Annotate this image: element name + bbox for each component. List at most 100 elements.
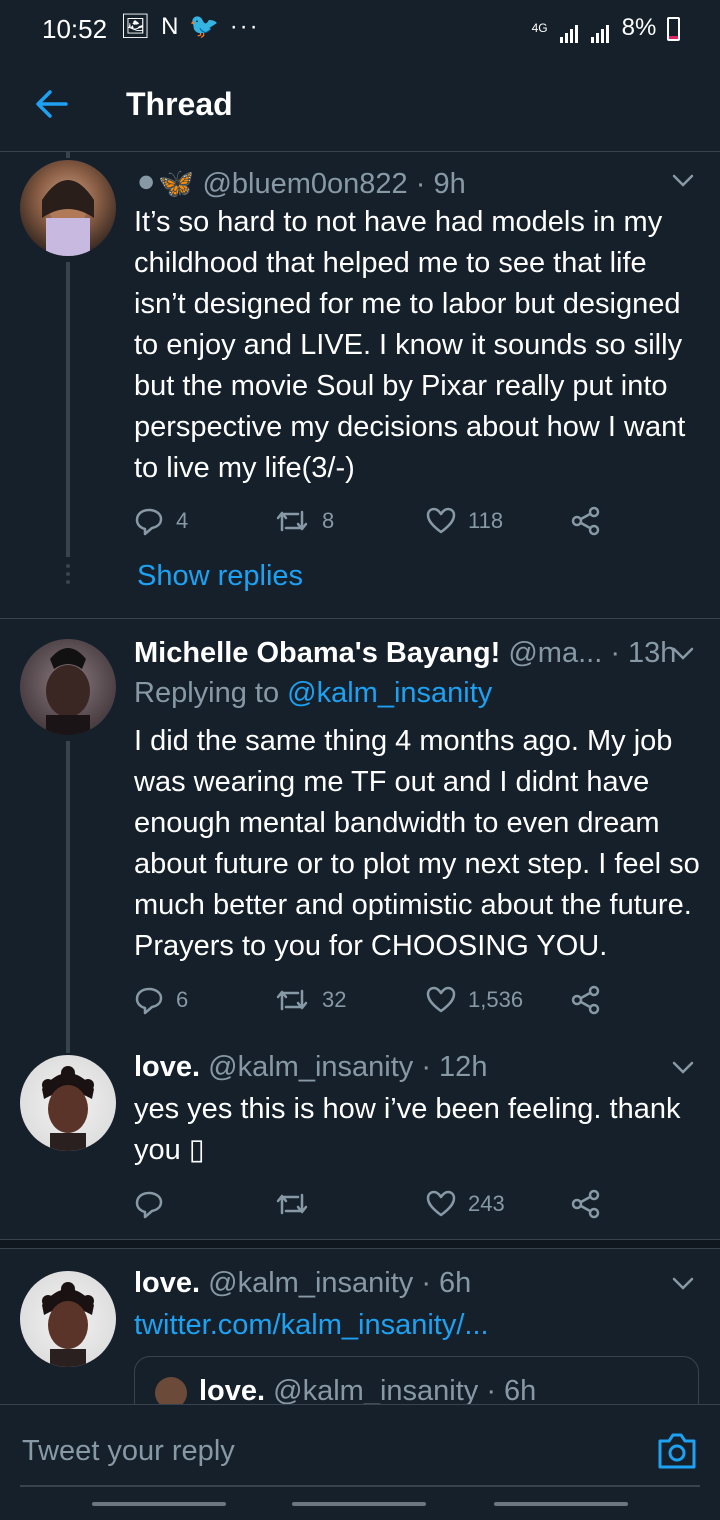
display-name-emoji: ⚫🦋 (134, 168, 195, 200)
tweet-actions: 4 8 118 (134, 504, 614, 538)
display-name[interactable]: love. (134, 1051, 200, 1083)
retweet-button[interactable] (274, 1187, 322, 1221)
show-replies-link[interactable]: Show replies (137, 560, 303, 593)
chevron-down-icon[interactable] (672, 174, 694, 188)
avatar[interactable] (20, 160, 116, 256)
handle[interactable]: @kalm_insanity (208, 1267, 413, 1299)
share-icon (571, 506, 600, 536)
timestamp: · 12h (421, 1051, 488, 1083)
reply-icon (135, 987, 163, 1015)
reply-count: 6 (176, 987, 189, 1012)
display-name[interactable]: love. (134, 1267, 200, 1299)
avatar-photo-icon (42, 180, 94, 256)
tweet[interactable]: Michelle Obama's Bayang! @ma... · 13h Re… (0, 619, 720, 1039)
thread-line (66, 152, 70, 158)
signal-icon (560, 15, 580, 43)
quote-timestamp: · 6h (486, 1375, 537, 1404)
tweet-link[interactable]: twitter.com/kalm_insanity/... (134, 1309, 489, 1342)
like-button[interactable]: 1,536 (426, 983, 523, 1017)
replying-label: Replying to (134, 677, 280, 709)
like-button[interactable]: 118 (426, 504, 503, 538)
chevron-down-icon[interactable] (672, 1061, 694, 1075)
avatar[interactable] (20, 639, 116, 735)
share-icon (571, 985, 600, 1015)
nav-home[interactable] (292, 1502, 426, 1506)
status-bar: 10:52 🖼 N 🐦 ··· 4G 8% (0, 0, 720, 56)
reply-icon (135, 508, 163, 536)
retweet-icon (276, 989, 308, 1011)
reply-input[interactable]: Tweet your reply (22, 1435, 235, 1468)
back-arrow-icon[interactable] (32, 82, 72, 126)
like-button[interactable]: 243 (426, 1187, 505, 1221)
handle[interactable]: @ma... (508, 637, 602, 669)
handle[interactable]: @kalm_insanity (208, 1051, 413, 1083)
retweet-icon (276, 510, 308, 532)
signal-icon-2 (590, 15, 611, 43)
thread-line (66, 262, 70, 557)
avatar-photo-icon (42, 1282, 94, 1367)
tweet-text: It’s so hard to not have had models in m… (134, 206, 686, 484)
heart-icon (426, 507, 456, 534)
tweet-meta: ⚫🦋 @bluem0on822 · 9h (134, 166, 466, 201)
avatar-photo-icon (46, 648, 90, 735)
quote-avatar (155, 1377, 187, 1404)
tweet-text: I did the same thing 4 months ago. My jo… (134, 725, 700, 962)
retweet-count: 32 (322, 987, 347, 1012)
nav-recents[interactable] (92, 1502, 226, 1506)
status-time: 10:52 (42, 14, 108, 44)
retweet-button[interactable]: 32 (274, 983, 346, 1017)
reply-count: 4 (176, 508, 189, 533)
like-count: 1,536 (468, 987, 524, 1012)
share-button[interactable] (570, 983, 602, 1017)
tweet[interactable]: ⚫🦋 @bluem0on822 · 9h It’s so hard to not… (0, 152, 720, 618)
page-title: Thread (126, 86, 233, 122)
quoted-tweet[interactable]: love. @kalm_insanity · 6h (134, 1356, 699, 1404)
quote-display-name: love. (199, 1375, 266, 1404)
system-nav-bar (0, 1492, 720, 1520)
timestamp: · 9h (415, 168, 466, 200)
handle[interactable]: @bluem0on822 (202, 168, 407, 200)
avatar[interactable] (20, 1271, 116, 1367)
tweet-meta: love. @kalm_insanity · 12h (134, 1051, 487, 1084)
reply-button[interactable] (134, 1187, 176, 1221)
heart-icon (426, 1190, 456, 1217)
thread-header: Thread (0, 56, 720, 152)
tweet[interactable]: love. @kalm_insanity · 6h twitter.com/ka… (0, 1251, 720, 1404)
retweet-icon (276, 1193, 308, 1215)
tweet[interactable]: love. @kalm_insanity · 12h yes yes this … (0, 1039, 720, 1239)
reply-button[interactable]: 4 (134, 504, 188, 538)
quote-handle: @kalm_insanity (273, 1375, 479, 1404)
tweet-meta: love. @kalm_insanity · 6h (134, 1267, 471, 1300)
display-name[interactable]: Michelle Obama's Bayang! (134, 637, 500, 669)
like-count: 118 (468, 508, 504, 533)
chevron-down-icon[interactable] (672, 1277, 694, 1291)
thread-line (66, 741, 70, 1039)
tweet-actions: 243 (134, 1187, 614, 1221)
replying-handle-link[interactable]: @kalm_insanity (287, 677, 492, 709)
reply-button[interactable]: 6 (134, 983, 188, 1017)
network-type-icon: 4G (531, 21, 548, 36)
battery-icon (667, 16, 680, 41)
timestamp: · 13h (610, 637, 677, 669)
chevron-down-icon[interactable] (672, 647, 694, 661)
avatar[interactable] (20, 1055, 116, 1151)
reply-icon (135, 1191, 163, 1219)
replying-to: Replying to @kalm_insanity (134, 677, 492, 710)
quote-meta: love. @kalm_insanity · 6h (199, 1375, 536, 1404)
camera-icon[interactable] (656, 1431, 698, 1471)
tweet-actions: 6 32 1,536 (134, 983, 614, 1017)
notification-icons: 🖼 N 🐦 ··· (120, 13, 260, 40)
nav-back[interactable] (494, 1502, 628, 1506)
share-icon (571, 1189, 600, 1219)
avatar-photo-icon (42, 1066, 94, 1151)
composer-underline (20, 1485, 700, 1487)
battery-percent: 8% (621, 14, 657, 41)
share-button[interactable] (570, 1187, 602, 1221)
heart-icon (426, 986, 456, 1013)
thread-line (66, 1039, 70, 1053)
thread-dots (66, 564, 70, 588)
section-gap (0, 1239, 720, 1249)
retweet-button[interactable]: 8 (274, 504, 334, 538)
share-button[interactable] (570, 504, 602, 538)
tweet-text: yes yes this is how i’ve been feeling. t… (134, 1093, 681, 1166)
